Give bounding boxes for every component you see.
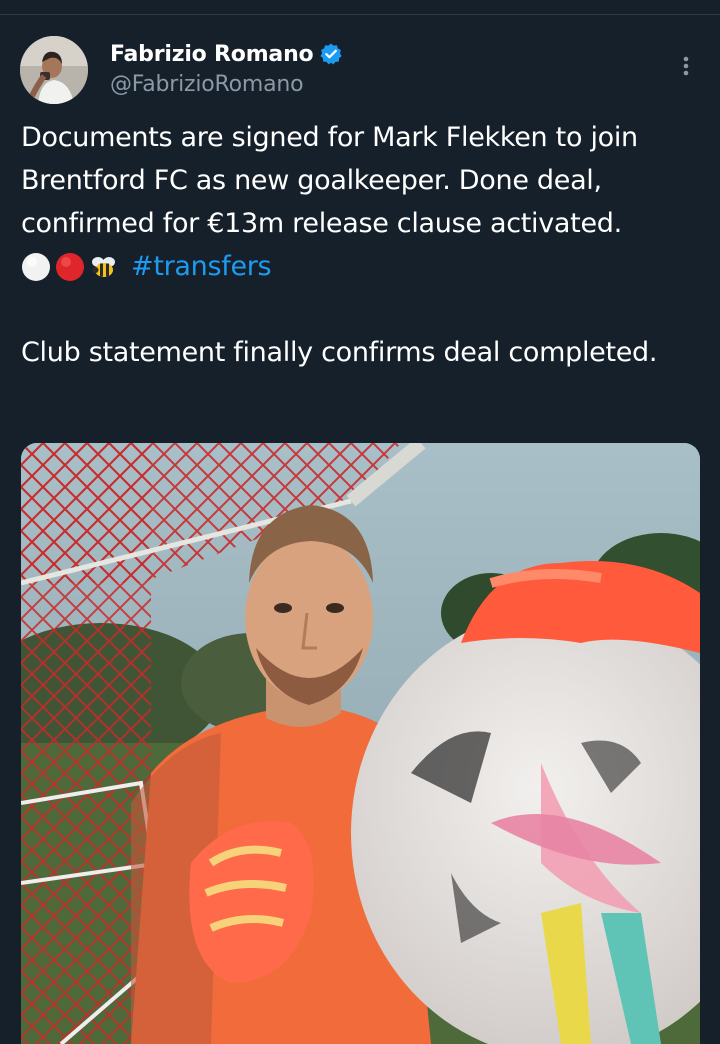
tweet-photo[interactable] <box>21 443 700 1044</box>
red-circle-icon <box>55 252 85 282</box>
top-divider <box>0 14 720 15</box>
tweet-body: Documents are signed for Mark Flekken to… <box>21 116 711 374</box>
verified-badge-icon <box>319 42 343 66</box>
more-options-icon[interactable] <box>674 50 698 82</box>
hashtag-link[interactable]: #transfers <box>131 245 272 288</box>
tweet-paragraph-1: Documents are signed for Mark Flekken to… <box>21 122 638 239</box>
author-names: Fabrizio Romano @FabrizioRomano <box>110 38 343 97</box>
display-name[interactable]: Fabrizio Romano <box>110 42 314 67</box>
tweet-header: Fabrizio Romano @FabrizioRomano <box>20 36 700 106</box>
bee-icon <box>89 252 119 282</box>
white-circle-icon <box>21 252 51 282</box>
author-handle[interactable]: @FabrizioRomano <box>110 72 343 97</box>
avatar[interactable] <box>20 36 88 104</box>
emoji-hashtag-line: #transfers <box>21 245 711 288</box>
tweet-paragraph-2: Club statement finally confirms deal com… <box>21 337 658 368</box>
